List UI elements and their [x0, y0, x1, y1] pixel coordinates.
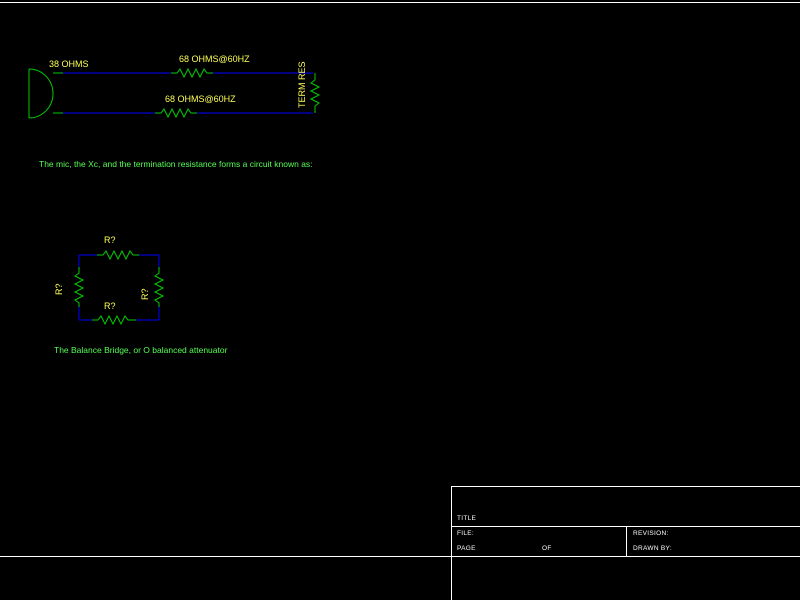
page-of-label: OF: [542, 545, 552, 552]
termination-label: TERM RES: [297, 61, 307, 108]
caption-circuit-explanation: The mic, the Xc, and the termination res…: [39, 159, 313, 169]
bridge-resistor-bottom: [92, 314, 136, 326]
file-field-label: FILE:: [457, 530, 474, 537]
title-block: TITLE FILE: PAGE OF REVISION: DRAWN BY:: [451, 486, 800, 600]
bridge-right-label: R?: [140, 288, 150, 300]
bridge-resistor-left: [73, 267, 85, 307]
schematic-canvas: 38 OHMS 68 OHMS@60HZ 68 OHMS@60HZ TERM R…: [0, 2, 800, 600]
bridge-resistor-top: [97, 249, 139, 261]
top-resistor-label: 68 OHMS@60HZ: [179, 54, 250, 64]
title-field-label: TITLE: [457, 515, 477, 522]
bottom-resistor-label: 68 OHMS@60HZ: [165, 94, 236, 104]
bridge-left-label: R?: [54, 283, 64, 295]
bridge-bottom-label: R?: [104, 301, 116, 311]
resistor-bottom: [155, 107, 197, 119]
resistor-top: [171, 67, 213, 79]
caption-bridge-name: The Balance Bridge, or O balanced attenu…: [54, 345, 228, 355]
microphone-icon: [28, 68, 54, 119]
drawn-by-field-label: DRAWN BY:: [633, 545, 672, 552]
revision-field-label: REVISION:: [633, 530, 669, 537]
circuit-balance-bridge: R? R? R? R?: [54, 235, 165, 326]
bridge-top-label: R?: [104, 235, 116, 245]
mic-impedance-label: 38 OHMS: [49, 59, 89, 69]
page-field-label: PAGE: [457, 545, 476, 552]
bridge-resistor-right: [153, 267, 165, 307]
circuit-mic-termination: 38 OHMS 68 OHMS@60HZ 68 OHMS@60HZ TERM R…: [28, 54, 321, 119]
resistor-termination: [309, 79, 321, 107]
